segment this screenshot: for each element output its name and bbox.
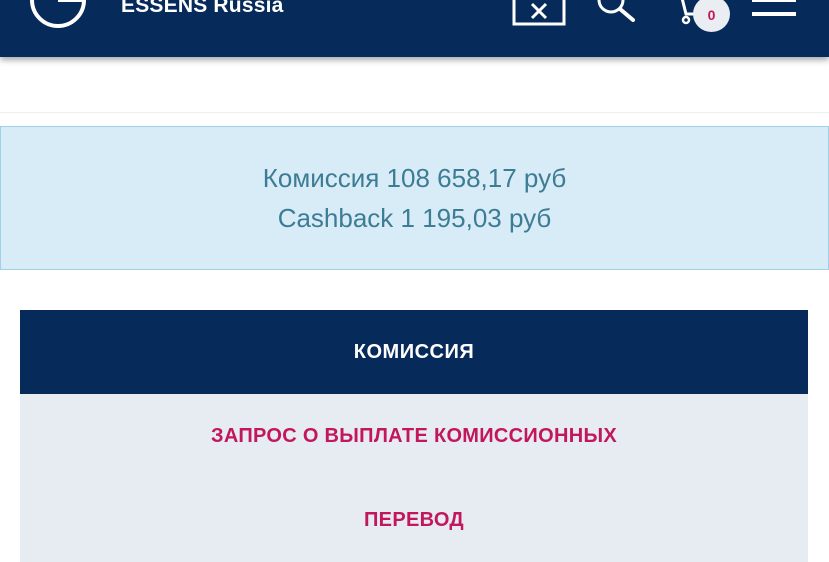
commission-amount: Комиссия 108 658,17 руб — [262, 163, 567, 193]
balance-summary: Комиссия 108 658,17 руб Cashback 1 195,0… — [0, 126, 829, 270]
commission-menu-panel: ЗАПРОС О ВЫПЛАТЕ КОМИССИОННЫХ ПЕРЕВОД — [20, 394, 808, 562]
divider — [0, 112, 829, 113]
hamburger-menu-icon[interactable] — [752, 0, 796, 18]
cashback-amount: Cashback 1 195,03 руб — [277, 203, 552, 233]
close-icon[interactable] — [512, 0, 566, 26]
transfer-link[interactable]: ПЕРЕВОД — [20, 509, 808, 532]
essens-logo[interactable] — [28, 0, 88, 32]
commission-payout-request-link[interactable]: ЗАПРОС О ВЫПЛАТЕ КОМИССИОННЫХ — [20, 425, 808, 448]
brand-name[interactable]: ESSENS Russia — [121, 0, 284, 18]
top-header: ESSENS Russia 0 — [0, 0, 829, 57]
search-icon[interactable] — [595, 0, 639, 22]
commission-section-header[interactable]: КОМИССИЯ — [20, 310, 808, 394]
